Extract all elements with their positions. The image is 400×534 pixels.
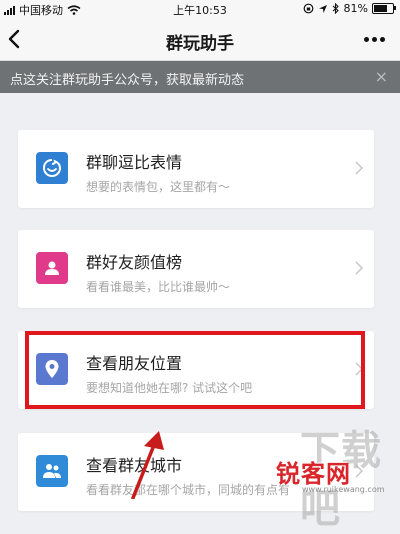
battery-percent: 81% — [343, 2, 368, 15]
person-icon — [36, 252, 68, 284]
more-options-icon[interactable] — [364, 30, 390, 48]
card-desc: 要想知道他她在哪? 试试这个吧 — [86, 381, 253, 395]
chevron-right-icon — [355, 464, 364, 478]
card-title: 群聊逗比表情 — [86, 153, 183, 172]
group-icon — [36, 455, 68, 487]
card-emoji[interactable]: 群聊逗比表情 想要的表情包，这里都有～ — [18, 130, 374, 208]
follow-banner[interactable]: 点这关注群玩助手公众号，获取最新动态 × — [0, 61, 400, 93]
card-city[interactable]: 查看群友城市 看看群友都在哪个城市，同城的有点有 — [18, 433, 374, 511]
bluetooth-icon — [332, 3, 339, 14]
chevron-right-icon — [355, 362, 364, 376]
page-title: 群玩助手 — [166, 34, 234, 54]
location-arrow-icon — [318, 4, 327, 13]
card-title: 查看群友城市 — [86, 456, 183, 475]
card-desc: 看看谁最美，比比谁最帅～ — [86, 280, 231, 294]
location-pin-icon — [36, 353, 68, 385]
card-desc: 想要的表情包，这里都有～ — [86, 180, 231, 194]
orientation-lock-icon — [303, 3, 313, 14]
status-right: 81% — [303, 2, 396, 15]
chevron-right-icon — [355, 161, 364, 175]
status-bar: 中国移动 上午10:53 81% — [0, 0, 400, 18]
card-title: 查看朋友位置 — [86, 354, 183, 373]
chevron-right-icon — [355, 261, 364, 275]
battery-icon — [372, 3, 396, 14]
card-location[interactable]: 查看朋友位置 要想知道他她在哪? 试试这个吧 — [18, 331, 374, 409]
card-desc: 看看群友都在哪个城市，同城的有点有 — [86, 483, 291, 497]
emoji-icon — [36, 152, 68, 184]
nav-bar: 群玩助手 — [0, 18, 400, 61]
banner-text[interactable]: 点这关注群玩助手公众号，获取最新动态 — [10, 69, 244, 88]
banner-close-icon[interactable]: × — [375, 67, 388, 86]
card-ranking[interactable]: 群好友颜值榜 看看谁最美，比比谁最帅～ — [18, 230, 374, 308]
card-title: 群好友颜值榜 — [86, 253, 183, 272]
